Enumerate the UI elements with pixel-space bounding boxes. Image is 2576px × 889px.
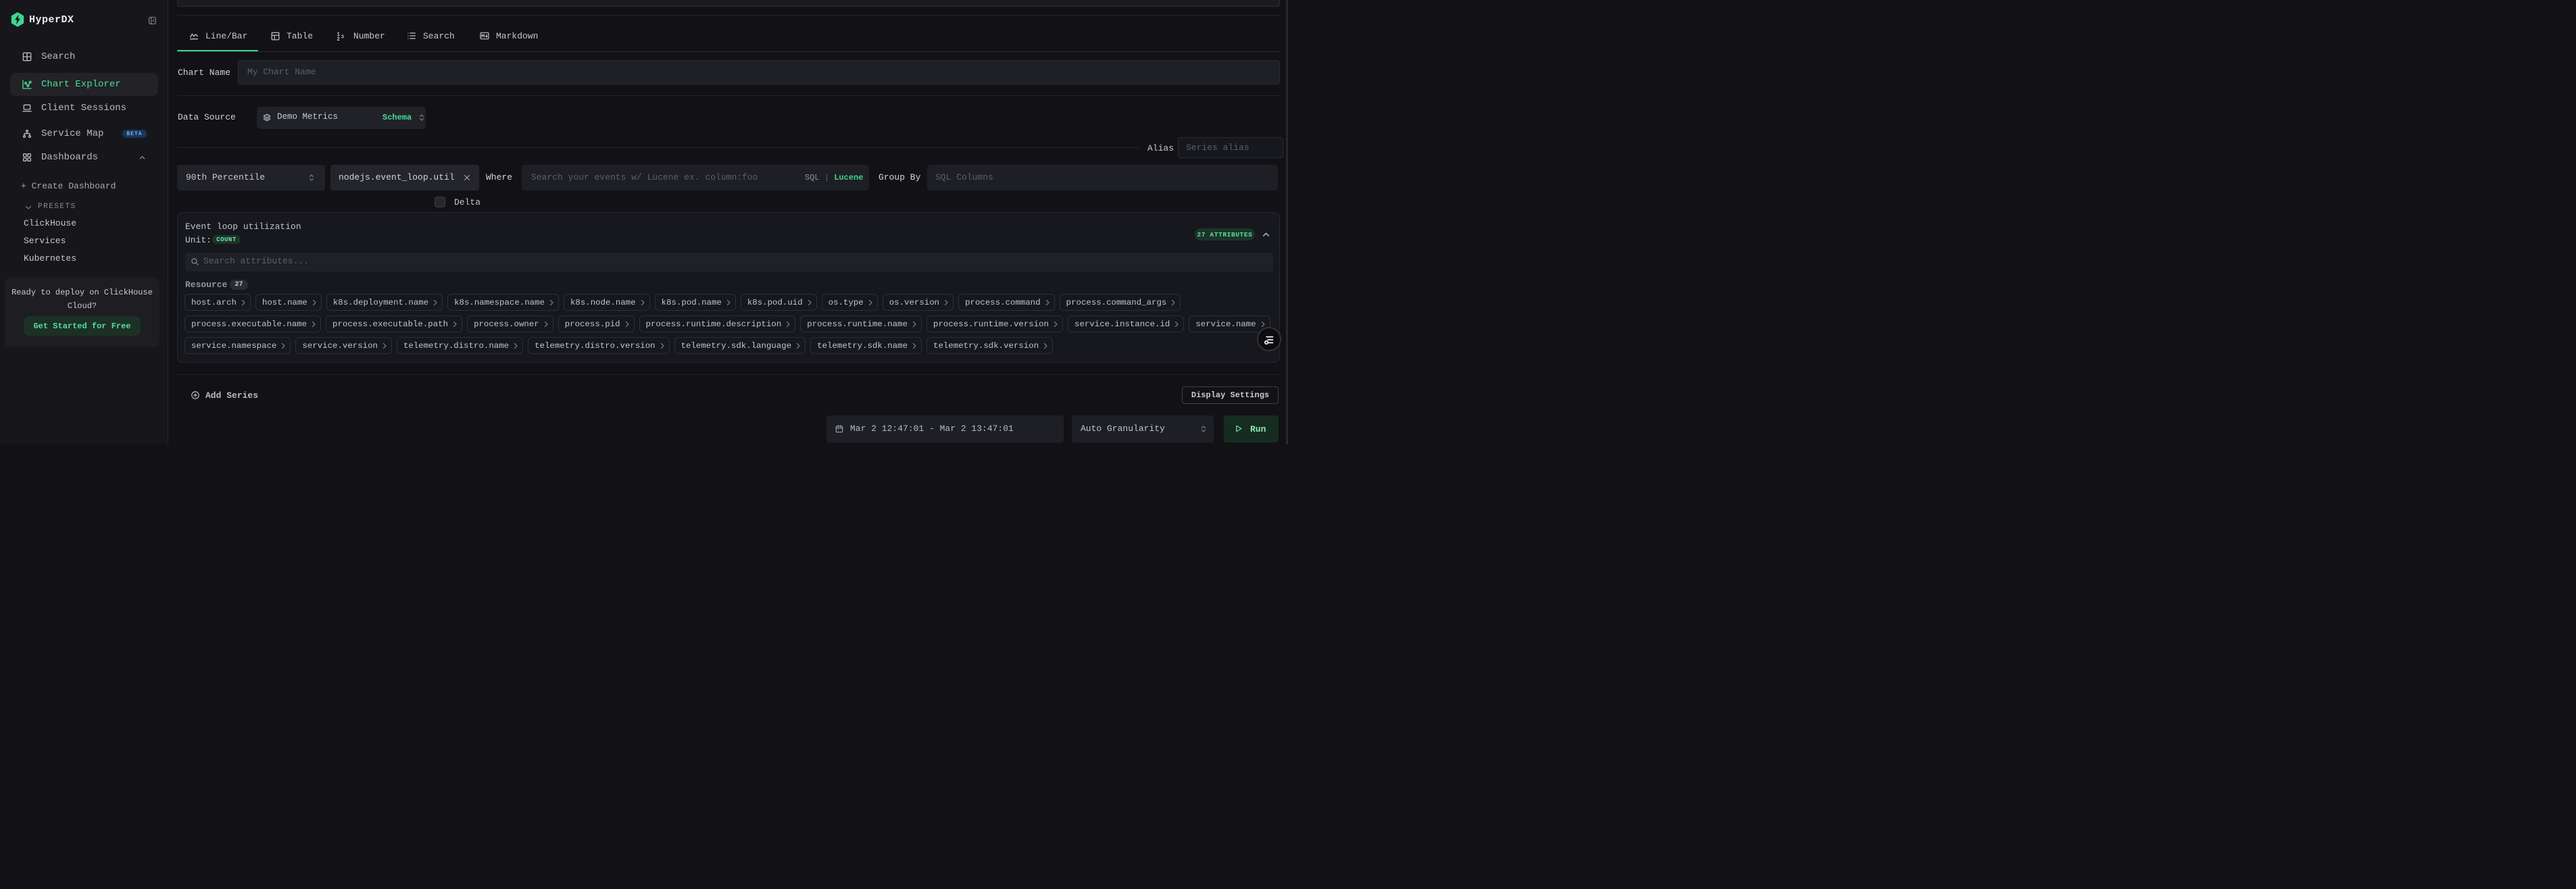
svg-text:2: 2 [337, 36, 340, 41]
svg-text:3: 3 [341, 34, 344, 40]
